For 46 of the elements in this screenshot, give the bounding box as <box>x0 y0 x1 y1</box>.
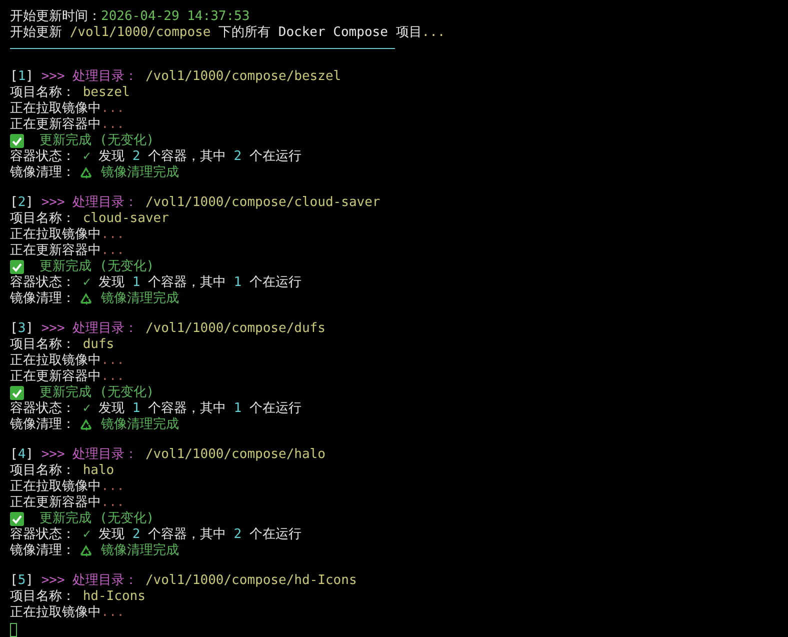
terminal-line: 正在拉取镜像中... <box>10 353 124 369</box>
terminal-line: 容器状态： ✓ 发现 2 个容器，其中 2 个在运行 <box>10 149 302 165</box>
terminal-line: 开始更新 /vol1/1000/compose 下的所有 Docker Compose 项目... <box>10 25 446 41</box>
status-text: 镜像清理完成 <box>100 291 179 307</box>
terminal-line: [4] >>> 处理目录： /vol1/1000/compose/halo <box>10 447 326 463</box>
terminal-line: 项目名称： cloud-saver <box>10 211 169 227</box>
status-text: 镜像清理完成 <box>100 417 179 433</box>
terminal-line: 正在更新容器中... <box>10 117 124 133</box>
terminal-line: 正在更新容器中... <box>10 495 124 511</box>
terminal-line: 项目名称： hd-Icons <box>10 589 146 605</box>
check-box-icon <box>10 512 24 526</box>
cursor-block <box>10 623 17 637</box>
label-text: 镜像清理： <box>10 291 75 307</box>
recycle-icon <box>79 418 93 432</box>
recycle-icon <box>79 166 93 180</box>
label-text: 镜像清理： <box>10 165 75 181</box>
status-text: 更新完成 (无变化) <box>38 511 154 527</box>
recycle-icon <box>79 292 93 306</box>
terminal-line: [5] >>> 处理目录： /vol1/1000/compose/hd-Icons <box>10 573 357 589</box>
status-text: 更新完成 (无变化) <box>38 259 154 275</box>
status-text: 更新完成 (无变化) <box>38 133 154 149</box>
terminal-line: 正在更新容器中... <box>10 243 124 259</box>
terminal-line: 正在更新容器中... <box>10 369 124 385</box>
terminal-line: 容器状态： ✓ 发现 1 个容器，其中 1 个在运行 <box>10 275 302 291</box>
check-box-icon <box>10 386 24 400</box>
check-box-icon <box>10 134 24 148</box>
terminal-line: [3] >>> 处理目录： /vol1/1000/compose/dufs <box>10 321 326 337</box>
recycle-icon <box>79 544 93 558</box>
status-text: 更新完成 (无变化) <box>38 385 154 401</box>
terminal-line: 正在拉取镜像中... <box>10 605 124 621</box>
terminal-line: [2] >>> 处理目录： /vol1/1000/compose/cloud-saver <box>10 195 380 211</box>
label-text: 镜像清理： <box>10 417 75 433</box>
terminal-line: [1] >>> 处理目录： /vol1/1000/compose/beszel <box>10 69 342 85</box>
terminal-line: 项目名称： halo <box>10 463 114 479</box>
terminal-line: 项目名称： beszel <box>10 85 130 101</box>
terminal-line: 容器状态： ✓ 发现 1 个容器，其中 1 个在运行 <box>10 401 302 417</box>
terminal-line: 开始更新时间：2026-04-29 14:37:53 <box>10 9 250 25</box>
status-text: 镜像清理完成 <box>100 543 179 559</box>
terminal-line: 正在拉取镜像中... <box>10 227 124 243</box>
terminal-line: 项目名称： dufs <box>10 337 114 353</box>
label-text: 镜像清理： <box>10 543 75 559</box>
terminal-line: 正在拉取镜像中... <box>10 479 124 495</box>
check-box-icon <box>10 260 24 274</box>
status-text: 镜像清理完成 <box>100 165 179 181</box>
terminal-line: 正在拉取镜像中... <box>10 101 124 117</box>
terminal-line: 容器状态： ✓ 发现 2 个容器，其中 2 个在运行 <box>10 527 302 543</box>
